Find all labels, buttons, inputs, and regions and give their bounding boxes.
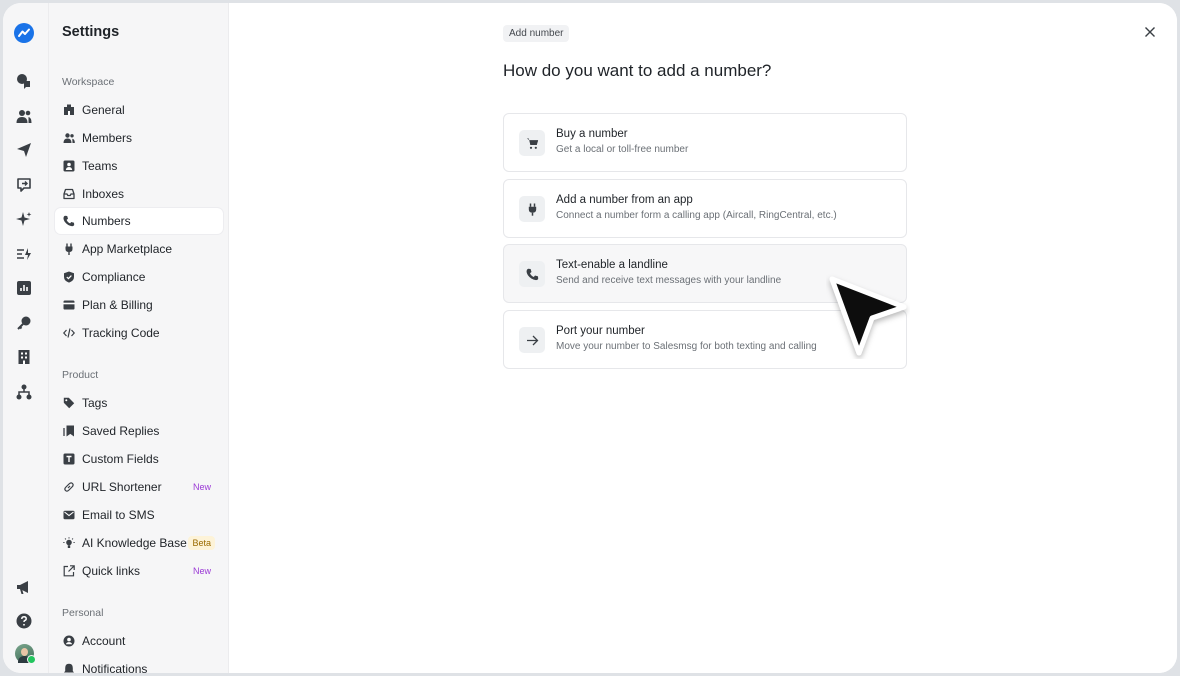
option-number-from-app[interactable]: Add a number from an app Connect a numbe…: [503, 179, 907, 238]
option-title: Port your number: [556, 325, 645, 337]
announcements-icon[interactable]: [15, 578, 33, 596]
workflows-icon[interactable]: [15, 245, 33, 263]
new-badge: New: [192, 566, 211, 576]
step-chip: Add number: [503, 25, 570, 42]
option-description: Send and receive text messages with your…: [556, 275, 782, 286]
settings-sidebar: Settings Workspace General Members Teams…: [49, 3, 229, 673]
sidebar-item-ai-knowledge-base[interactable]: AI Knowledge Base Beta: [55, 530, 223, 556]
plug-icon: [62, 243, 75, 256]
sidebar-item-label: Tags: [82, 396, 108, 410]
sidebar-item-inboxes[interactable]: Inboxes: [55, 181, 223, 207]
sidebar-item-saved-replies[interactable]: Saved Replies: [55, 418, 223, 444]
option-description: Connect a number form a calling app (Air…: [556, 210, 837, 221]
new-badge: New: [192, 482, 211, 492]
brand-logo-icon[interactable]: [14, 23, 34, 43]
sidebar-item-tracking-code[interactable]: Tracking Code: [55, 320, 223, 346]
office-building-icon[interactable]: [15, 348, 33, 366]
sidebar-item-numbers[interactable]: Numbers: [55, 208, 223, 234]
sidebar-item-general[interactable]: General: [55, 97, 223, 123]
sidebar-item-label: General: [82, 103, 125, 117]
sidebar-item-tags[interactable]: Tags: [55, 390, 223, 416]
sidebar-item-app-marketplace[interactable]: App Marketplace: [55, 236, 223, 262]
add-number-panel: Add number How do you want to add a numb…: [229, 3, 1177, 673]
option-title: Text-enable a landline: [556, 259, 668, 271]
sidebar-item-label: App Marketplace: [82, 242, 173, 256]
arrow-right-icon: [519, 327, 545, 353]
bell-icon: [62, 663, 75, 673]
sidebar-item-quick-links[interactable]: Quick links New: [55, 558, 223, 584]
section-personal: Personal: [62, 607, 104, 619]
app-rail: [3, 3, 49, 673]
sidebar-item-teams[interactable]: Teams: [55, 153, 223, 179]
org-chart-icon[interactable]: [15, 383, 33, 401]
reports-icon[interactable]: [15, 279, 33, 297]
link-icon: [62, 481, 75, 494]
phone-icon: [62, 215, 75, 228]
sidebar-item-compliance[interactable]: Compliance: [55, 264, 223, 290]
conversations-icon[interactable]: [15, 72, 33, 90]
sidebar-item-account[interactable]: Account: [55, 628, 223, 654]
option-buy-number[interactable]: Buy a number Get a local or toll-free nu…: [503, 113, 907, 172]
option-title: Add a number from an app: [556, 194, 693, 206]
sidebar-title: Settings: [62, 24, 120, 40]
teams-icon: [62, 160, 75, 173]
user-avatar[interactable]: [15, 644, 36, 664]
shield-icon: [62, 271, 75, 284]
close-icon: [1145, 27, 1155, 37]
inbox-icon: [62, 188, 75, 201]
contacts-icon[interactable]: [15, 107, 33, 125]
sidebar-item-label: Inboxes: [82, 187, 125, 201]
sidebar-item-label: Saved Replies: [82, 424, 160, 438]
code-icon: [62, 327, 75, 340]
app-window: Settings Workspace General Members Teams…: [3, 3, 1177, 673]
help-icon[interactable]: [15, 612, 33, 630]
automation-chat-icon[interactable]: [15, 176, 33, 194]
building-icon: [62, 104, 75, 117]
sidebar-item-plan-billing[interactable]: Plan & Billing: [55, 292, 223, 318]
sidebar-item-label: Email to SMS: [82, 508, 155, 522]
option-description: Get a local or toll-free number: [556, 144, 689, 155]
sidebar-item-label: URL Shortener: [82, 480, 162, 494]
key-icon[interactable]: [15, 314, 33, 332]
sidebar-item-label: Numbers: [82, 214, 131, 228]
sidebar-item-label: AI Knowledge Base: [82, 536, 187, 550]
sidebar-item-label: Compliance: [82, 270, 146, 284]
sidebar-item-label: Tracking Code: [82, 326, 160, 340]
external-link-icon: [62, 565, 75, 578]
page-title: How do you want to add a number?: [503, 61, 772, 80]
send-icon[interactable]: [15, 141, 33, 159]
plug-icon: [519, 196, 545, 222]
sidebar-item-label: Custom Fields: [82, 452, 159, 466]
sidebar-item-label: Members: [82, 131, 133, 145]
sidebar-item-label: Quick links: [82, 564, 141, 578]
account-icon: [62, 635, 75, 648]
sidebar-item-url-shortener[interactable]: URL Shortener New: [55, 474, 223, 500]
section-workspace: Workspace: [62, 76, 115, 88]
mail-icon: [62, 509, 75, 522]
option-description: Move your number to Salesmsg for both te…: [556, 341, 817, 352]
sidebar-item-label: Notifications: [82, 662, 148, 673]
sidebar-item-members[interactable]: Members: [55, 125, 223, 151]
sidebar-item-label: Account: [82, 634, 126, 648]
bulb-icon: [62, 537, 75, 550]
sidebar-item-label: Plan & Billing: [82, 298, 153, 312]
members-icon: [62, 132, 75, 145]
credit-card-icon: [62, 299, 75, 312]
custom-field-icon: [62, 453, 75, 466]
option-title: Buy a number: [556, 128, 628, 140]
cart-icon: [519, 130, 545, 156]
sidebar-item-custom-fields[interactable]: Custom Fields: [55, 446, 223, 472]
sidebar-item-email-to-sms[interactable]: Email to SMS: [55, 502, 223, 528]
sidebar-item-label: Teams: [82, 159, 118, 173]
sidebar-item-notifications[interactable]: Notifications: [55, 656, 223, 673]
beta-badge: Beta: [188, 536, 215, 550]
tag-icon: [62, 397, 75, 410]
mouse-pointer-icon: [829, 276, 907, 356]
close-button[interactable]: [1141, 23, 1159, 41]
phone-icon: [519, 261, 545, 287]
ai-sparkle-icon[interactable]: [15, 210, 33, 228]
saved-replies-icon: [62, 425, 75, 438]
section-product: Product: [62, 369, 99, 381]
